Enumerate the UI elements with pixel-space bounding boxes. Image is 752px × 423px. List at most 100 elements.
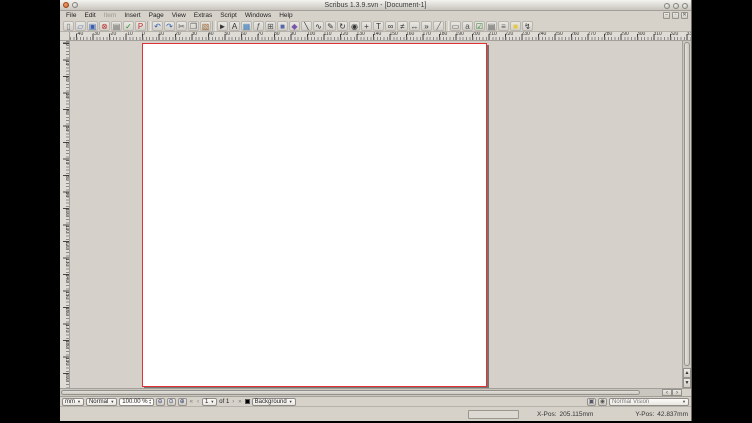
mdi-restore-button[interactable]: ▫ (672, 12, 679, 19)
hr-num: 80 (274, 32, 291, 40)
pdf-check-box-icon[interactable]: ☑ (474, 21, 485, 31)
vr-num: 80 (60, 175, 69, 192)
units-value: mm (65, 398, 75, 406)
close-document-icon[interactable]: ⊗ (99, 21, 110, 31)
new-document-icon[interactable]: ▯ (63, 21, 74, 31)
measurements-icon[interactable]: ↔ (409, 21, 420, 31)
zoom-in-button[interactable]: ⊕ (178, 398, 187, 406)
scroll-right-button[interactable]: › (672, 389, 682, 396)
insert-shape-icon[interactable]: ■ (277, 21, 288, 31)
zoom-default-button[interactable]: ⊙ (167, 398, 176, 406)
pdf-combo-box-icon[interactable]: ▤ (486, 21, 497, 31)
hr-num: 320 (670, 32, 687, 40)
mdi-close-button[interactable]: ✕ (681, 12, 688, 19)
menu-insert[interactable]: Insert (120, 11, 144, 20)
select-item-icon[interactable]: ► (217, 21, 228, 31)
horizontal-scrollbar-thumb[interactable] (61, 390, 640, 395)
insert-table-icon[interactable]: ⊞ (265, 21, 276, 31)
cut-icon[interactable]: ✂ (176, 21, 187, 31)
hr-num: 110 (324, 32, 341, 40)
menu-file[interactable]: File (62, 11, 80, 20)
zoom-level-spinner[interactable]: 100.00 % ▲▼ (119, 398, 153, 406)
pdf-text-field-icon[interactable]: a (462, 21, 473, 31)
toolbar-separator (445, 21, 449, 31)
menu-help[interactable]: Help (275, 11, 296, 20)
eye-dropper-icon[interactable]: ╱ (433, 21, 444, 31)
previous-page-button[interactable]: ‹ (196, 398, 200, 406)
preview-mode-button[interactable]: ◉ (598, 398, 607, 406)
copy-item-properties-icon[interactable]: » (421, 21, 432, 31)
insert-freehand-icon[interactable]: ✎ (325, 21, 336, 31)
edit-contents-icon[interactable]: + (361, 21, 372, 31)
last-page-button[interactable]: » (237, 398, 242, 406)
layer-select[interactable]: Background ▼ (252, 398, 296, 406)
insert-text-frame-icon[interactable]: A (229, 21, 240, 31)
ruler-origin-corner[interactable] (60, 32, 70, 41)
spinner-arrows-icon[interactable]: ▲▼ (149, 399, 152, 405)
mdi-minimize-button[interactable]: – (663, 12, 670, 19)
preflight-verifier-icon[interactable]: ✓ (123, 21, 134, 31)
pdf-text-annotation-icon[interactable]: ■ (510, 21, 521, 31)
ypos-value: 42.837mm (657, 411, 688, 418)
document-page[interactable] (142, 43, 487, 387)
next-page-button[interactable]: › (231, 398, 235, 406)
toggle-images-button[interactable]: ▣ (587, 398, 596, 406)
vr-num: 170 (60, 324, 69, 341)
window-maximize-button[interactable] (673, 3, 679, 9)
link-text-frames-icon[interactable]: ∞ (385, 21, 396, 31)
insert-render-frame-icon[interactable]: ƒ (253, 21, 264, 31)
scroll-down-button[interactable]: ▼ (683, 378, 691, 388)
open-document-icon[interactable]: ▱ (75, 21, 86, 31)
scroll-left-button[interactable]: ‹ (662, 389, 672, 396)
insert-image-frame-icon[interactable]: ▦ (241, 21, 252, 31)
zoom-tool-icon[interactable]: ◉ (349, 21, 360, 31)
horizontal-scrollbar-track[interactable] (60, 389, 662, 396)
print-icon[interactable]: ▤ (111, 21, 122, 31)
canvas-workspace[interactable] (70, 41, 682, 388)
menu-view[interactable]: View (168, 11, 190, 20)
unlink-text-frames-icon[interactable]: ≠ (397, 21, 408, 31)
redo-icon[interactable]: ↷ (164, 21, 175, 31)
hr-num: 140 (373, 32, 390, 40)
zoom-level-value: 100.00 % (122, 399, 147, 405)
insert-line-icon[interactable]: ╲ (301, 21, 312, 31)
first-page-button[interactable]: « (189, 398, 194, 406)
zoom-out-button[interactable]: ⊖ (156, 398, 165, 406)
desktop-background: Scribus 1.3.9.svn - [Document-1] FileEdi… (0, 0, 752, 423)
scroll-up-button[interactable]: ▲ (683, 368, 691, 378)
pdf-link-annotation-icon[interactable]: ↯ (522, 21, 533, 31)
window-close-button[interactable] (682, 3, 688, 9)
quality-select[interactable]: Normal ▼ (86, 398, 117, 406)
rotate-item-icon[interactable]: ↻ (337, 21, 348, 31)
vision-select[interactable]: Normal Vision ▼ (609, 398, 689, 406)
undo-icon[interactable]: ↶ (152, 21, 163, 31)
menu-script[interactable]: Script (216, 11, 241, 20)
units-select[interactable]: mm ▼ (62, 398, 84, 406)
hr-num: 70 (258, 32, 275, 40)
horizontal-ruler[interactable]: -40-30-20-100102030405060708090100110120… (70, 32, 691, 41)
vertical-ruler[interactable]: 0102030405060708090100110120130140150160… (60, 41, 70, 388)
insert-bezier-icon[interactable]: ∿ (313, 21, 324, 31)
save-document-icon[interactable]: ▣ (87, 21, 98, 31)
menu-page[interactable]: Page (145, 11, 168, 20)
insert-polygon-icon[interactable]: ◆ (289, 21, 300, 31)
chevron-down-icon: ▼ (210, 398, 214, 406)
menu-item[interactable]: Item (100, 11, 121, 20)
paste-icon[interactable]: ▧ (200, 21, 211, 31)
vertical-scrollbar[interactable]: ▲ ▼ (682, 41, 691, 388)
save-as-pdf-icon[interactable]: P (135, 21, 146, 31)
story-editor-icon[interactable]: T (373, 21, 384, 31)
menu-extras[interactable]: Extras (190, 11, 216, 20)
menu-windows[interactable]: Windows (241, 11, 275, 20)
ruler-row: -40-30-20-100102030405060708090100110120… (60, 32, 691, 41)
hr-num: 280 (604, 32, 621, 40)
pdf-push-button-icon[interactable]: ▭ (450, 21, 461, 31)
vertical-scrollbar-thumb[interactable] (684, 42, 690, 366)
window-minimize-button[interactable] (664, 3, 670, 9)
current-page-select[interactable]: 1 ▼ (202, 398, 217, 406)
copy-icon[interactable]: ❐ (188, 21, 199, 31)
hr-num: 170 (423, 32, 440, 40)
pdf-list-box-icon[interactable]: ≡ (498, 21, 509, 31)
menu-edit[interactable]: Edit (80, 11, 99, 20)
horizontal-scrollbar[interactable]: ‹ › (60, 388, 691, 397)
